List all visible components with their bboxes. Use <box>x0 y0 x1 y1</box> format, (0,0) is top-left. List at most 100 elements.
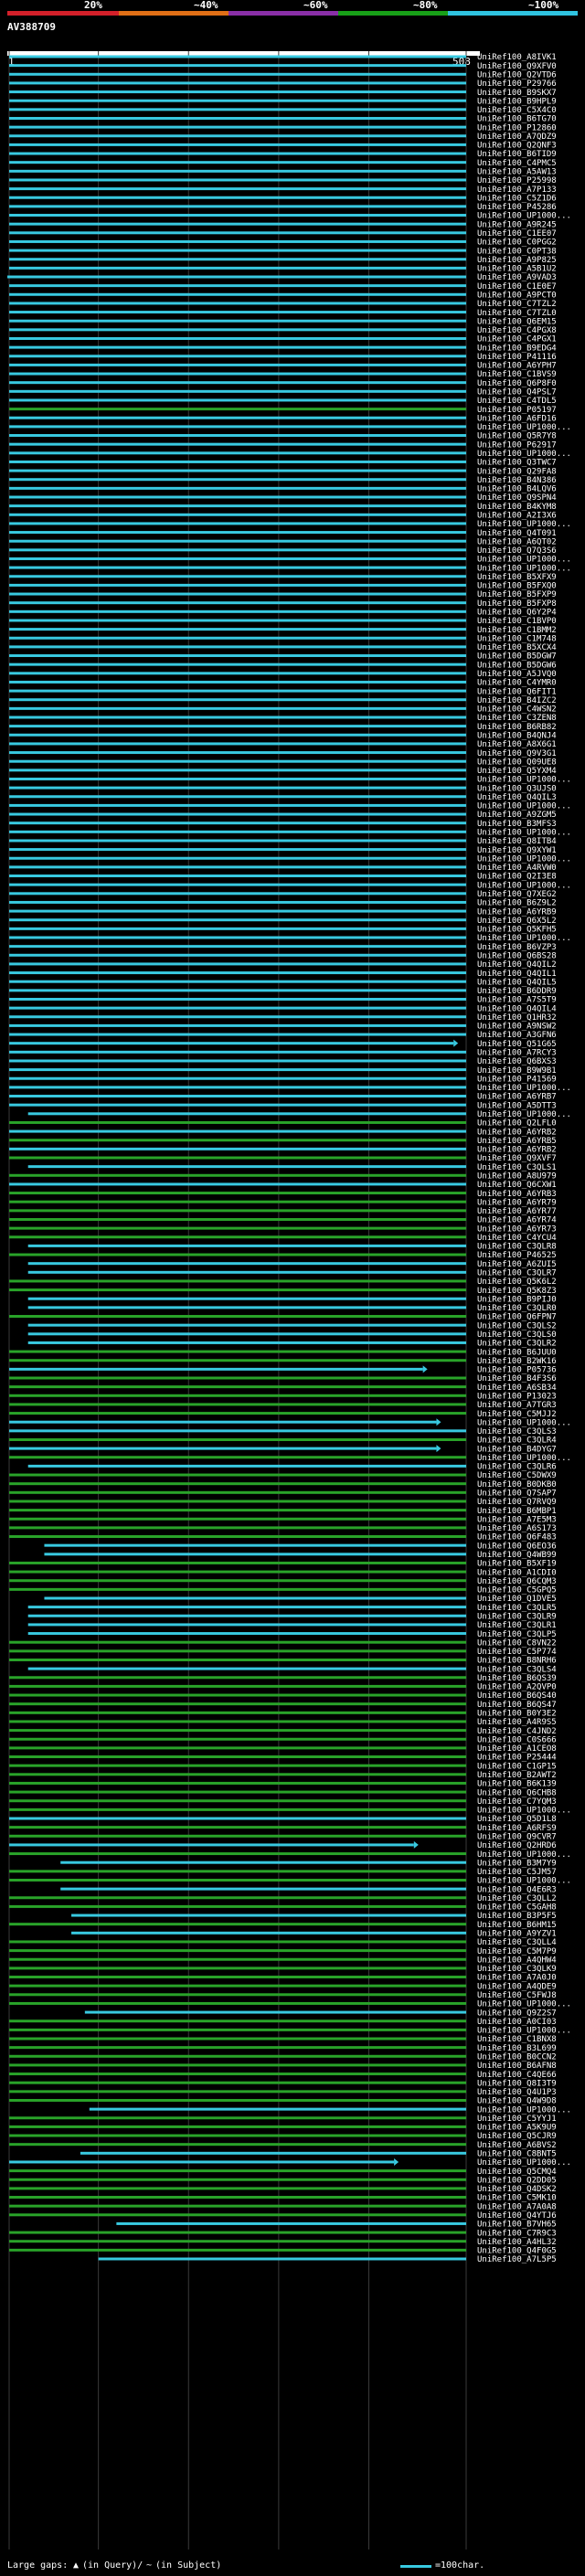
hit-label: UniRef100_B0Y3E2 <box>477 1710 557 1719</box>
hit-label: UniRef100_B4N386 <box>477 476 557 485</box>
hit-bar <box>9 1076 466 1080</box>
hit-bar <box>9 108 466 111</box>
hit-label: UniRef100_C1BMM2 <box>477 626 557 635</box>
hit-label: UniRef100_A6RFS9 <box>477 1824 557 1833</box>
hit-bar <box>9 231 466 235</box>
hit-bar <box>27 1112 467 1116</box>
hit-bar <box>9 425 466 429</box>
hit-bar <box>9 1385 466 1389</box>
hit-bar <box>89 2107 466 2111</box>
hit-label: UniRef100_B6K139 <box>477 1780 557 1789</box>
gap-arrow-icon <box>413 1840 419 1849</box>
hit-label: UniRef100_B0CCN2 <box>477 2052 557 2062</box>
hit-label: UniRef100_A6FD16 <box>477 414 557 423</box>
hit-bar <box>9 1993 466 1997</box>
hit-bar <box>9 1517 466 1521</box>
hit-label: UniRef100_A2QVP0 <box>477 1683 557 1692</box>
hit-bar <box>9 962 466 966</box>
hit-label: UniRef100_Q7RVQ9 <box>477 1498 557 1507</box>
hit-bar <box>9 2213 466 2217</box>
hit-label: UniRef100_A1CDI0 <box>477 1568 557 1577</box>
hit-label: UniRef100_C7R9C3 <box>477 2229 557 2238</box>
hit-label: UniRef100_B6MBP1 <box>477 1507 557 1516</box>
hit-bar <box>9 900 466 904</box>
hit-label: UniRef100_B6TG70 <box>477 115 557 124</box>
hit-label: UniRef100_Q9V3G1 <box>477 749 557 758</box>
hit-bar <box>9 592 466 596</box>
hit-bar <box>9 1904 466 1908</box>
hit-bar <box>9 1966 466 1970</box>
hit-label: UniRef100_C3QLS2 <box>477 1321 557 1330</box>
hit-bar <box>9 1120 466 1124</box>
hit-label: UniRef100_UP1000... <box>477 776 571 785</box>
hit-label: UniRef100_P25998 <box>477 176 557 186</box>
hit-bar <box>9 258 466 261</box>
hit-label: UniRef100_Q4YTJ6 <box>477 2211 557 2221</box>
hit-label: UniRef100_B5DGW6 <box>477 661 557 670</box>
hit-bar <box>9 161 466 164</box>
large-gaps-label: Large gaps: <box>7 2560 69 2571</box>
hit-bar <box>27 1623 467 1627</box>
hit-bar <box>9 205 466 208</box>
hit-label: UniRef100_C3ZEN8 <box>477 714 557 723</box>
hit-label: UniRef100_UP1000... <box>477 854 571 864</box>
hit-bar <box>9 495 466 499</box>
hit-label: UniRef100_A7TGR3 <box>477 1401 557 1410</box>
hit-label: UniRef100_B6DDR9 <box>477 987 557 996</box>
hit-bar <box>9 1482 466 1486</box>
hit-label: UniRef100_Q5KFH5 <box>477 926 557 935</box>
hit-label: UniRef100_C3QLR5 <box>477 1604 557 1613</box>
hit-label: UniRef100_Q6BS28 <box>477 951 557 960</box>
hit-bar <box>9 971 466 975</box>
hit-bar <box>9 628 466 631</box>
hit-label: UniRef100_C1BVP0 <box>477 617 557 626</box>
hit-bar <box>9 1684 466 1688</box>
hit-bar <box>9 478 466 482</box>
hit-label: UniRef100_B7VH65 <box>477 2221 557 2230</box>
hit-bar <box>9 2160 395 2164</box>
hit-label: UniRef100_UP1000... <box>477 2000 571 2009</box>
hit-bar <box>9 1023 466 1027</box>
hit-label: UniRef100_A4R9S5 <box>477 1718 557 1727</box>
hit-label: UniRef100_A4HL32 <box>477 2238 557 2247</box>
hit-bar <box>9 812 466 816</box>
hit-bar <box>9 2248 466 2252</box>
hit-bar <box>9 311 466 314</box>
hit-bar <box>9 169 466 173</box>
hit-label: UniRef100_A6YPH7 <box>477 362 557 371</box>
scale-unit-label: =100char. <box>435 2560 485 2571</box>
gap-arrow-icon <box>394 2157 399 2166</box>
hit-bar <box>9 865 466 869</box>
hit-label: UniRef100_C3QLR6 <box>477 1463 557 1472</box>
hit-bar <box>9 786 466 790</box>
hit-label: UniRef100_C3QLP5 <box>477 1630 557 1639</box>
hit-bar <box>27 1667 467 1670</box>
hit-bar <box>9 706 466 710</box>
hit-bar <box>9 1500 466 1503</box>
hit-bar <box>9 759 466 763</box>
hit-bar <box>9 742 466 746</box>
hit-label: UniRef100_Q8I3T9 <box>477 2079 557 2088</box>
hit-label: UniRef100_A6YR79 <box>477 1198 557 1207</box>
hit-bar <box>9 1095 466 1098</box>
hit-bar <box>9 1561 466 1564</box>
hit-label: UniRef100_Q1DVE5 <box>477 1595 557 1604</box>
hit-bar <box>9 1781 466 1785</box>
hit-bar <box>9 1042 454 1045</box>
hit-bar <box>9 1587 466 1591</box>
hit-label: UniRef100_UP1000... <box>477 881 571 890</box>
hit-bar <box>9 2196 466 2200</box>
hit-bar <box>9 1870 466 1873</box>
hit-label: UniRef100_P13023 <box>477 1392 557 1401</box>
hit-bar <box>9 143 466 146</box>
hit-label: UniRef100_C3QLR8 <box>477 1243 557 1252</box>
hit-bar <box>9 292 466 296</box>
hit-bar <box>116 2221 467 2225</box>
hit-bar <box>9 769 466 772</box>
hit-label: UniRef100_UP1000... <box>477 450 571 459</box>
hit-label: UniRef100_B4KYM8 <box>477 503 557 512</box>
hit-bar <box>9 1394 466 1397</box>
hit-bar <box>9 214 466 217</box>
hit-label: UniRef100_A7A0A8 <box>477 2202 557 2211</box>
gap-arrow-icon <box>436 1445 441 1453</box>
